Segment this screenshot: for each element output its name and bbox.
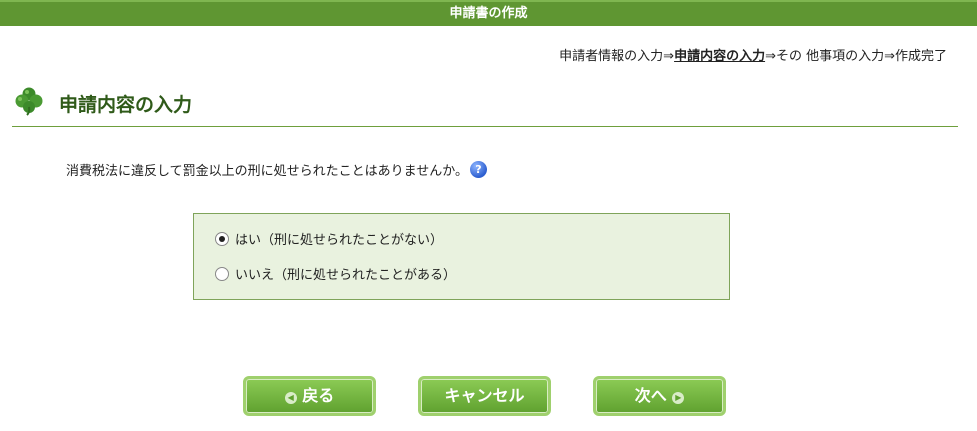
page-title: 申請内容の入力 [59,94,193,116]
next-button-label: 次へ [634,386,667,405]
cancel-button[interactable]: キャンセル [418,376,551,416]
answer-options-panel: はい（刑に処せられたことがない） いいえ（刑に処せられたことがある） [193,213,730,300]
question: 消費税法に違反して罰金以上の刑に処せられたことはありませんか。? [66,160,487,179]
breadcrumb-step-applicant-info: 申請者情報の入力⇒ [559,49,675,64]
radio-yes[interactable] [215,232,229,246]
option-yes[interactable]: はい（刑に処せられたことがない） [215,229,443,248]
cancel-button-label: キャンセル [444,386,525,405]
window-title-bar: 申請書の作成 [0,0,977,26]
breadcrumb-step-current: 申請内容の入力 [674,49,766,64]
radio-no[interactable] [215,267,229,281]
arrow-right-icon: ▶ [672,392,685,404]
clover-icon [15,87,43,116]
option-yes-label: はい（刑に処せられたことがない） [235,233,444,248]
breadcrumb: 申請者情報の入力⇒申請内容の入力⇒その 他事項の入力⇒作成完了 [559,45,947,64]
question-text: 消費税法に違反して罰金以上の刑に処せられたことはありませんか。 [66,164,468,179]
option-no[interactable]: いいえ（刑に処せられたことがある） [215,264,456,283]
arrow-left-icon: ◀ [284,392,297,404]
back-button-label: 戻る [302,386,335,405]
window-title: 申請書の作成 [449,6,528,21]
help-icon[interactable]: ? [469,161,487,178]
breadcrumb-step-rest: ⇒その 他事項の入力⇒作成完了 [765,49,947,64]
option-no-label: いいえ（刑に処せられたことがある） [235,268,457,283]
section-heading: 申請内容の入力 [12,84,958,127]
back-button[interactable]: ◀ 戻る [243,376,376,416]
next-button[interactable]: 次へ ▶ [593,376,726,416]
